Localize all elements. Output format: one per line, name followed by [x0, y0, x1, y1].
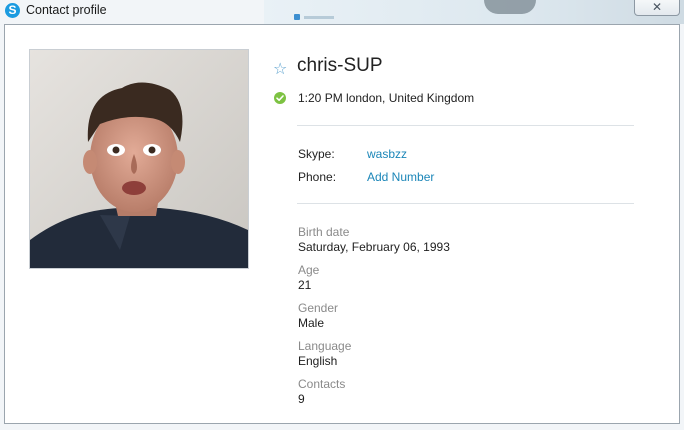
add-number-link[interactable]: Add Number	[367, 170, 434, 184]
language-label: Language	[298, 339, 352, 353]
gender-label: Gender	[298, 301, 339, 315]
contact-profile-window: S Contact profile ✕ ☆ chris-SUP 1:20 PM …	[0, 0, 684, 430]
phone-label: Phone:	[298, 170, 337, 184]
profile-panel: ☆ chris-SUP 1:20 PM london, United Kingd…	[4, 24, 680, 424]
divider	[297, 203, 634, 204]
language-value: English	[298, 354, 338, 368]
age-value: 21	[298, 278, 312, 292]
contacts-label: Contacts	[298, 377, 346, 391]
titlebar: S Contact profile ✕	[0, 0, 684, 22]
skype-icon: S	[5, 3, 20, 18]
close-button[interactable]: ✕	[634, 0, 680, 16]
avatar-photo	[30, 50, 248, 268]
birth-date-label: Birth date	[298, 225, 350, 239]
divider	[297, 125, 634, 126]
online-status-icon	[274, 92, 286, 104]
skype-name-link[interactable]: wasbzz	[367, 147, 407, 161]
avatar	[29, 49, 249, 269]
local-time-location: 1:20 PM london, United Kingdom	[298, 91, 475, 105]
favorite-star-icon[interactable]: ☆	[273, 59, 287, 78]
display-name: chris-SUP	[297, 55, 383, 76]
birth-date-value: Saturday, February 06, 1993	[298, 240, 450, 254]
gender-value: Male	[298, 316, 325, 330]
age-label: Age	[298, 263, 320, 277]
window-title: Contact profile	[26, 3, 107, 17]
contacts-count: 9	[298, 392, 305, 406]
skype-label: Skype:	[298, 147, 335, 161]
